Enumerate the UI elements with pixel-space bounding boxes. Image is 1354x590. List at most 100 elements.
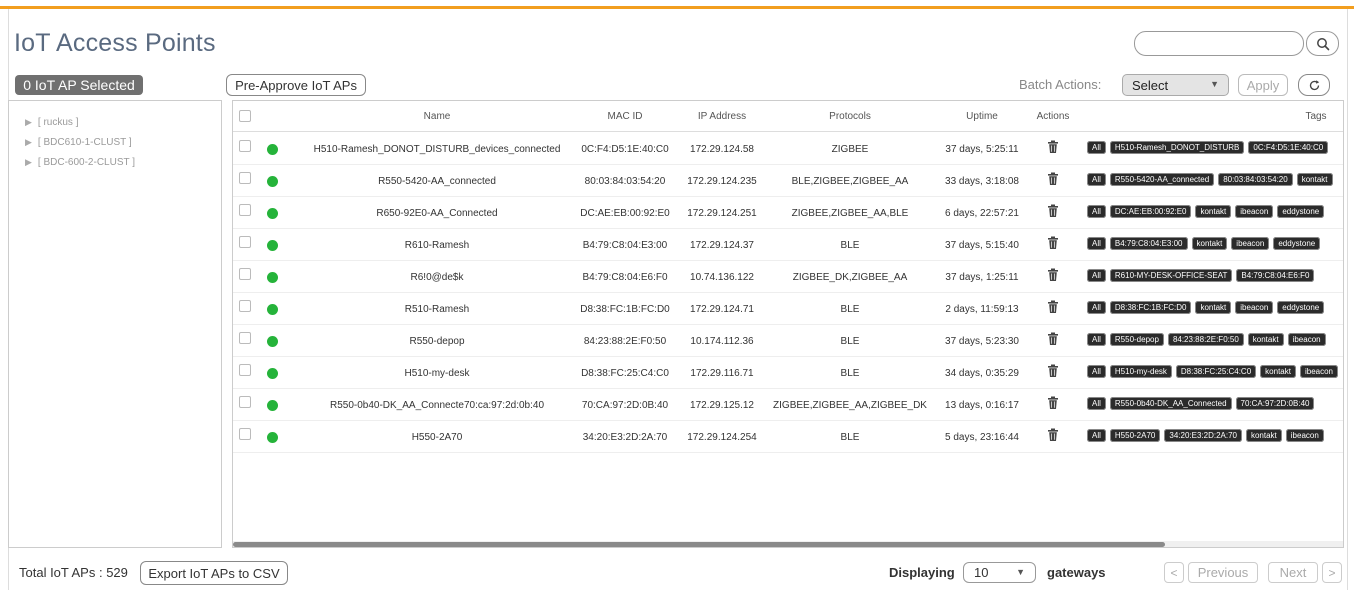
tag-chip[interactable]: ibeacon [1235,301,1274,314]
tag-chip[interactable]: kontakt [1245,429,1282,442]
table-row[interactable]: H510-my-desk D8:38:FC:25:C4:C0 172.29.116.… [233,357,1343,389]
trash-icon[interactable] [1047,236,1059,250]
tag-chip[interactable]: eddystone [1277,205,1325,218]
trash-icon[interactable] [1047,268,1059,282]
tag-chip[interactable]: kontakt [1195,301,1232,314]
tag-chip[interactable]: kontakt [1260,365,1296,378]
select-all-checkbox[interactable] [239,110,251,122]
export-csv-button[interactable]: Export IoT APs to CSV [140,561,288,585]
tag-chip[interactable]: R550-depop [1109,333,1164,346]
tag-chip[interactable]: H510-my-desk [1109,365,1172,378]
tag-chip[interactable]: eddystone [1277,301,1325,314]
previous-button[interactable]: Previous [1188,562,1258,583]
tag-chip[interactable]: B4:79:C8:04:E6:F0 [1236,269,1315,282]
tag-chip[interactable]: kontakt [1296,173,1333,186]
trash-icon[interactable] [1047,204,1059,218]
tag-chip[interactable]: All [1087,333,1106,346]
tag-chip[interactable]: ibeacon [1235,205,1274,218]
table-row[interactable]: R550-5420-AA_connected 80:03:84:03:54:20 1… [233,165,1343,197]
cell-ip: 172.29.124.58 [690,143,754,155]
tag-chip[interactable]: ibeacon [1285,429,1324,442]
batch-actions-select[interactable]: Select ▼ [1122,74,1229,96]
row-checkbox[interactable] [239,268,251,280]
tree-item[interactable]: ▶ [ ruckus ] [25,117,79,128]
search-button[interactable] [1306,31,1339,56]
trash-icon[interactable] [1047,172,1059,186]
table-row[interactable]: R610-Ramesh B4:79:C8:04:E3:00 172.29.124.3… [233,229,1343,261]
tag-chip[interactable]: All [1087,269,1106,282]
tag-chip[interactable]: kontakt [1195,205,1232,218]
row-checkbox[interactable] [239,332,251,344]
row-checkbox[interactable] [239,300,251,312]
row-checkbox[interactable] [239,204,251,216]
column-header-mac[interactable]: MAC ID [570,111,680,122]
row-checkbox[interactable] [239,396,251,408]
tag-chip[interactable]: ibeacon [1299,365,1338,378]
table-row[interactable]: R650-92E0-AA_Connected DC:AE:EB:00:92:E0 1… [233,197,1343,229]
pre-approve-button[interactable]: Pre-Approve IoT APs [226,74,366,96]
previous-arrow-button[interactable]: < [1164,562,1184,583]
cell-ip: 172.29.125.12 [690,399,754,411]
row-checkbox[interactable] [239,140,251,152]
column-header-tags[interactable]: Tags [1291,111,1341,122]
tag-chip[interactable]: 80:03:84:03:54:20 [1218,173,1293,186]
trash-icon[interactable] [1047,428,1059,442]
status-online-icon [267,208,278,219]
row-checkbox[interactable] [239,428,251,440]
row-checkbox[interactable] [239,172,251,184]
table-row[interactable]: R510-Ramesh D8:38:FC:1B:FC:D0 172.29.124.7… [233,293,1343,325]
column-header-ip[interactable]: IP Address [680,111,764,122]
tree-item[interactable]: ▶ [ BDC610-1-CLUST ] [25,137,132,148]
tag-chip[interactable]: All [1087,301,1106,314]
tag-chip[interactable]: R550-0b40-DK_AA_Connected [1109,397,1232,410]
trash-icon[interactable] [1047,140,1059,154]
column-header-name[interactable]: Name [293,111,581,122]
next-button[interactable]: Next [1268,562,1318,583]
tag-chip[interactable]: B4:79:C8:04:E3:00 [1109,237,1188,250]
tag-chip[interactable]: eddystone [1273,237,1321,250]
column-header-protocols[interactable]: Protocols [764,111,936,122]
tag-chip[interactable]: D8:38:FC:1B:FC:D0 [1109,301,1192,314]
row-checkbox[interactable] [239,236,251,248]
tag-chip[interactable]: 0C:F4:D5:1E:40:C0 [1248,141,1329,154]
tag-chip[interactable]: ibeacon [1231,237,1270,250]
tag-chip[interactable]: H510-Ramesh_DONOT_DISTURB [1109,141,1245,154]
apply-button[interactable]: Apply [1238,74,1288,96]
row-checkbox[interactable] [239,364,251,376]
table-row[interactable]: R550-depop 84:23:88:2E:F0:50 10.174.112.36… [233,325,1343,357]
tag-chip[interactable]: H550-2A70 [1109,429,1161,442]
tag-chip[interactable]: kontakt [1247,333,1284,346]
tag-chip[interactable]: All [1087,173,1106,186]
tag-chip[interactable]: DC:AE:EB:00:92:E0 [1109,205,1192,218]
tag-chip[interactable]: All [1087,205,1106,218]
trash-icon[interactable] [1047,396,1059,410]
tag-chip[interactable]: D8:38:FC:25:C4:C0 [1175,365,1257,378]
tag-chip[interactable]: All [1087,365,1106,378]
page-size-select[interactable]: 10 ▼ [963,562,1036,583]
table-row[interactable]: H550-2A70 34:20:E3:2D:2A:70 172.29.124.254… [233,421,1343,453]
tag-chip[interactable]: R610-MY-DESK-OFFICE-SEAT [1109,269,1233,282]
cell-protocols: ZIGBEE [831,143,869,155]
tag-chip[interactable]: kontakt [1191,237,1228,250]
trash-icon[interactable] [1047,332,1059,346]
tag-chip[interactable]: All [1087,397,1106,410]
tag-chip[interactable]: ibeacon [1287,333,1326,346]
trash-icon[interactable] [1047,364,1059,378]
table-row[interactable]: R550-0b40-DK_AA_Connecte70:ca:97:2d:0b:4… [233,389,1343,421]
table-row[interactable]: H510-Ramesh_DONOT_DISTURB_devices_connec… [233,133,1343,165]
search-input[interactable] [1134,31,1304,56]
table-row[interactable]: R6!0@de$k B4:79:C8:04:E6:F0 10.74.136.122 Z… [233,261,1343,293]
refresh-button[interactable] [1298,74,1330,96]
horizontal-scrollbar-thumb[interactable] [233,542,1165,547]
tag-chip[interactable]: 84:23:88:2E:F0:50 [1167,333,1244,346]
tag-chip[interactable]: 70:CA:97:2D:0B:40 [1235,397,1315,410]
tag-chip[interactable]: 34:20:E3:2D:2A:70 [1164,429,1242,442]
trash-icon[interactable] [1047,300,1059,314]
column-header-uptime[interactable]: Uptime [936,111,1028,122]
tag-chip[interactable]: All [1087,429,1106,442]
tag-chip[interactable]: All [1087,237,1106,250]
tag-chip[interactable]: R550-5420-AA_connected [1109,173,1215,186]
next-arrow-button[interactable]: > [1322,562,1342,583]
tag-chip[interactable]: All [1087,141,1106,154]
tree-item[interactable]: ▶ [ BDC-600-2-CLUST ] [25,157,135,168]
